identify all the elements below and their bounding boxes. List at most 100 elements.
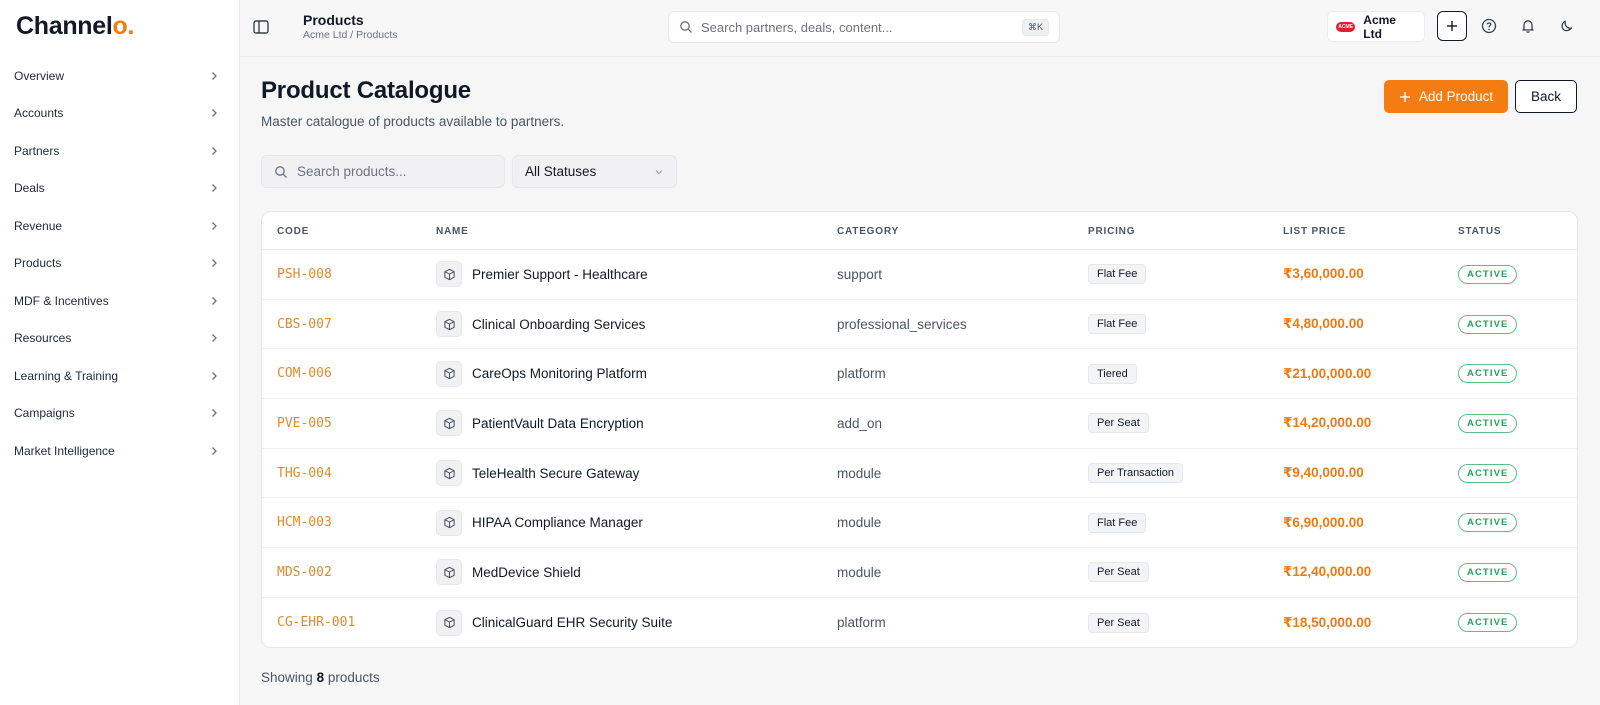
product-category: module [837, 564, 882, 580]
table-row[interactable]: CBS-007 Clinical Onboarding Services profe… [262, 300, 1577, 350]
column-header-category[interactable]: CATEGORY [837, 226, 899, 237]
product-name[interactable]: ClinicalGuard EHR Security Suite [472, 615, 672, 630]
sidebar-item-revenue[interactable]: Revenue [0, 207, 240, 245]
list-price: ₹9,40,000.00 [1283, 465, 1364, 481]
product-category: module [837, 515, 882, 531]
pricing-badge: Flat Fee [1088, 314, 1147, 335]
sidebar-item-label: Products [14, 256, 62, 271]
sidebar-item-learning-training[interactable]: Learning & Training [0, 357, 240, 395]
product-thumbnail [436, 559, 462, 586]
pricing-badge: Flat Fee [1088, 264, 1147, 285]
status-badge: ACTIVE [1458, 364, 1518, 384]
sidebar-item-resources[interactable]: Resources [0, 320, 240, 358]
notifications-button[interactable] [1518, 16, 1538, 36]
table-row[interactable]: PSH-008 Premier Support - Healthcare suppo… [262, 250, 1577, 300]
product-code[interactable]: PVE-005 [277, 416, 332, 431]
sidebar-item-label: Resources [14, 331, 72, 346]
sidebar-item-overview[interactable]: Overview [0, 57, 240, 95]
sidebar-item-deals[interactable]: Deals [0, 170, 240, 208]
table-row[interactable]: CG-EHR-001 ClinicalGuard EHR Security Sui… [262, 598, 1577, 647]
page-header-title: Products [303, 12, 364, 28]
org-switcher[interactable]: ACME Acme Ltd [1327, 11, 1425, 42]
add-product-button[interactable]: Add Product [1384, 80, 1508, 113]
breadcrumb: Acme Ltd / Products [303, 29, 398, 41]
product-name[interactable]: Clinical Onboarding Services [472, 317, 645, 332]
sidebar-item-accounts[interactable]: Accounts [0, 95, 240, 133]
package-icon [443, 417, 455, 430]
product-code[interactable]: PSH-008 [277, 267, 332, 282]
column-header-code[interactable]: CODE [277, 226, 309, 237]
product-thumbnail [436, 360, 462, 387]
list-price: ₹6,90,000.00 [1283, 514, 1364, 530]
product-category: add_on [837, 415, 883, 431]
sidebar-item-market-intelligence[interactable]: Market Intelligence [0, 432, 240, 470]
plus-icon [1447, 21, 1457, 31]
product-category: platform [837, 366, 886, 382]
top-bar: Products Acme Ltd / Products Search part… [240, 0, 1600, 57]
chevron-right-icon [212, 446, 217, 455]
sidebar-item-campaigns[interactable]: Campaigns [0, 395, 240, 433]
table-row[interactable]: HCM-003 HIPAA Compliance Manager module Fla… [262, 498, 1577, 549]
help-button[interactable] [1479, 16, 1499, 36]
product-code[interactable]: HCM-003 [277, 515, 332, 530]
product-thumbnail [436, 410, 462, 437]
sidebar-item-partners[interactable]: Partners [0, 132, 240, 170]
sidebar-item-mdf-incentives[interactable]: MDF & Incentives [0, 282, 240, 320]
status-badge: ACTIVE [1458, 562, 1518, 582]
sidebar-toggle-icon[interactable] [252, 18, 270, 36]
product-thumbnail [436, 261, 462, 288]
add-product-label: Add Product [1418, 89, 1494, 104]
table-row[interactable]: PVE-005 PatientVault Data Encryption add_o… [262, 399, 1577, 449]
product-code[interactable]: THG-004 [277, 466, 332, 481]
chevron-right-icon [212, 146, 217, 155]
sidebar-item-label: Revenue [14, 218, 63, 233]
list-price: ₹21,00,000.00 [1283, 365, 1372, 381]
table-row[interactable]: MDS-002 MedDevice Shield module Per Seat ₹12… [262, 548, 1577, 598]
sidebar-item-products[interactable]: Products [0, 245, 240, 283]
page-title: Product Catalogue [261, 77, 471, 104]
chevron-right-icon [212, 409, 217, 418]
sidebar-item-label: MDF & Incentives [14, 293, 109, 308]
column-header-name[interactable]: NAME [436, 226, 469, 237]
product-category: platform [837, 615, 886, 631]
column-header-status[interactable]: STATUS [1458, 226, 1501, 237]
results-prefix: Showing [261, 670, 313, 685]
status-badge: ACTIVE [1458, 314, 1518, 334]
product-name[interactable]: HIPAA Compliance Manager [472, 515, 643, 530]
back-button[interactable]: Back [1515, 80, 1577, 113]
product-name[interactable]: MedDevice Shield [472, 565, 581, 580]
package-icon [443, 517, 455, 529]
product-code[interactable]: CBS-007 [277, 317, 332, 332]
theme-toggle-button[interactable] [1557, 16, 1577, 36]
global-search-placeholder: Search partners, deals, content... [701, 19, 893, 35]
chevron-down-icon [655, 169, 663, 174]
app-logo[interactable]: Channelo. [16, 12, 134, 41]
product-category: professional_services [837, 316, 967, 332]
package-icon [443, 617, 455, 629]
status-badge: ACTIVE [1458, 613, 1518, 633]
org-logo: ACME [1336, 21, 1356, 32]
package-icon [443, 268, 455, 280]
product-code[interactable]: COM-006 [277, 366, 332, 381]
column-header-list-price[interactable]: LIST PRICE [1283, 226, 1346, 237]
create-new-button[interactable] [1437, 11, 1467, 41]
product-name[interactable]: CareOps Monitoring Platform [472, 366, 647, 381]
sidebar: Channelo. Overview Accounts Partners Dea… [0, 0, 240, 705]
chevron-right-icon [212, 296, 217, 305]
global-search-input[interactable]: Search partners, deals, content... ⌘K [668, 11, 1060, 43]
product-search-input[interactable]: Search products... [261, 155, 505, 188]
table-row[interactable]: COM-006 CareOps Monitoring Platform platfo… [262, 349, 1577, 400]
product-name[interactable]: PatientVault Data Encryption [472, 416, 644, 431]
table-row[interactable]: THG-004 TeleHealth Secure Gateway module Pe… [262, 449, 1577, 499]
search-shortcut-badge: ⌘K [1021, 18, 1049, 36]
column-header-pricing[interactable]: PRICING [1088, 226, 1135, 237]
product-name[interactable]: Premier Support - Healthcare [472, 267, 648, 282]
pricing-badge: Per Seat [1088, 612, 1149, 633]
product-name[interactable]: TeleHealth Secure Gateway [472, 466, 639, 481]
sidebar-item-label: Accounts [14, 106, 64, 121]
product-code[interactable]: MDS-002 [277, 565, 332, 580]
status-filter-select[interactable]: All Statuses [512, 155, 677, 188]
product-code[interactable]: CG-EHR-001 [277, 615, 355, 630]
product-thumbnail [436, 609, 462, 636]
status-badge: ACTIVE [1458, 264, 1518, 284]
